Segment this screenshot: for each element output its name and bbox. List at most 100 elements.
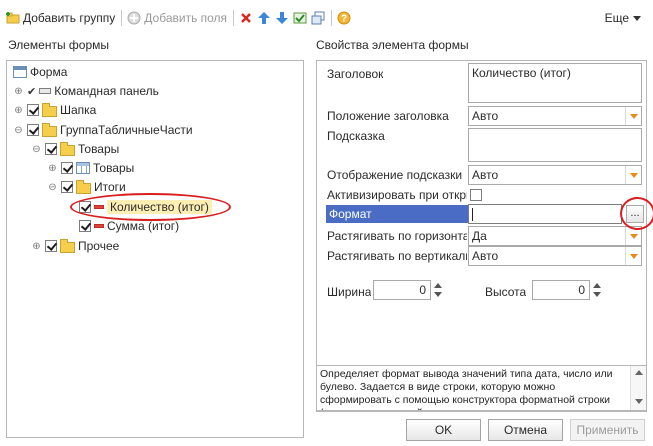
command-panel-icon — [39, 88, 52, 94]
apply-button[interactable]: Применить — [570, 419, 645, 441]
toolbar: Добавить группу Добавить поля ? — [6, 8, 355, 28]
tree-item-label: Командная панель — [54, 84, 159, 98]
visibility-checkbox[interactable] — [45, 240, 57, 252]
visibility-checkbox[interactable] — [61, 181, 73, 193]
stretch-horizontal-value: Да — [472, 229, 487, 243]
tree-item-label: Итоги — [94, 180, 126, 194]
collapse-icon[interactable]: ⊖ — [31, 144, 42, 155]
visibility-checkbox[interactable] — [45, 143, 57, 155]
table-icon — [76, 162, 90, 174]
dropdown-arrow-icon[interactable] — [625, 247, 641, 265]
height-field[interactable]: 0 — [532, 280, 590, 300]
title-label: Заголовок — [327, 67, 384, 81]
expand-icon[interactable]: ⊕ — [13, 105, 24, 116]
height-spin-icon[interactable] — [593, 280, 601, 300]
element-properties-title: Свойства элемента формы — [316, 38, 469, 52]
visibility-checkbox[interactable] — [27, 104, 39, 116]
form-elements-tree[interactable]: Форма ⊕ ✔ Командная панель ⊕ Шапка ⊖ Гру… — [6, 60, 304, 438]
dropdown-arrow-icon[interactable] — [625, 107, 641, 125]
title-field[interactable]: Количество (итог) — [468, 63, 642, 103]
collapse-icon[interactable]: ⊖ — [13, 125, 24, 136]
folder-icon — [60, 238, 75, 253]
ok-button[interactable]: OK — [406, 419, 481, 441]
add-fields-label: Добавить поля — [144, 11, 228, 25]
tree-item-label: ГруппаТабличныеЧасти — [60, 123, 193, 137]
stretch-vertical-label: Растягивать по вертикали — [327, 249, 467, 263]
add-group-icon — [6, 11, 20, 25]
check-icon: ✔ — [27, 84, 37, 98]
tree-item-form[interactable]: Форма — [13, 63, 67, 81]
form-icon — [13, 66, 27, 78]
scroll-down-icon[interactable] — [635, 399, 643, 404]
annotation-ellipse — [620, 197, 653, 230]
width-label: Ширина — [327, 285, 372, 299]
expand-icon[interactable]: ⊕ — [13, 86, 24, 97]
activate-on-open-checkbox[interactable] — [470, 189, 482, 201]
cancel-button[interactable]: Отмена — [488, 419, 563, 441]
hint-label: Подсказка — [327, 129, 385, 143]
windows-button[interactable] — [311, 9, 325, 27]
windows-icon — [311, 11, 325, 25]
help-button[interactable]: ? — [337, 9, 351, 27]
tree-item-goods-table[interactable]: ⊕ Товары — [47, 159, 134, 177]
property-description: Определяет формат вывода значений типа д… — [316, 365, 647, 411]
hint-display-value: Авто — [472, 168, 499, 182]
tree-item-command-panel[interactable]: ⊕ ✔ Командная панель — [13, 82, 159, 100]
width-spin-icon[interactable] — [434, 280, 442, 300]
expand-icon[interactable]: ⊕ — [31, 241, 42, 252]
move-up-button[interactable] — [257, 9, 271, 27]
activate-on-open-label: Активизировать при откры — [327, 188, 467, 202]
delete-button[interactable] — [239, 9, 253, 27]
add-group-button[interactable]: Добавить группу — [6, 9, 115, 27]
format-field[interactable] — [468, 204, 622, 224]
toolbar-separator — [233, 10, 235, 26]
visibility-checkbox[interactable] — [27, 124, 39, 136]
collapse-icon[interactable]: ⊖ — [47, 182, 58, 193]
tree-item-label: Товары — [93, 161, 135, 175]
folder-icon — [42, 122, 57, 137]
form-elements-title: Элементы формы — [8, 38, 110, 52]
tree-item-totals[interactable]: ⊖ Итоги — [47, 178, 126, 196]
checklist-icon — [293, 11, 307, 25]
hint-display-select[interactable]: Авто — [468, 165, 642, 185]
stretch-vertical-value: Авто — [472, 249, 499, 263]
visibility-checkbox[interactable] — [79, 220, 91, 232]
svg-text:?: ? — [341, 14, 347, 25]
width-field[interactable]: 0 — [373, 280, 431, 300]
stretch-horizontal-label: Растягивать по горизонтал — [327, 229, 467, 243]
title-position-value: Авто — [472, 109, 499, 123]
tree-item-other[interactable]: ⊕ Прочее — [31, 237, 119, 255]
format-label: Формат — [326, 205, 469, 223]
expand-icon[interactable]: ⊕ — [47, 163, 58, 174]
hint-field[interactable] — [468, 128, 642, 162]
add-fields-button[interactable]: Добавить поля — [127, 9, 227, 27]
stretch-horizontal-select[interactable]: Да — [468, 226, 642, 246]
annotation-ellipse — [70, 193, 231, 221]
folder-icon — [76, 179, 91, 194]
toolbar-separator — [121, 10, 123, 26]
text-cursor — [472, 208, 473, 222]
move-down-button[interactable] — [275, 9, 289, 27]
hint-display-label: Отображение подсказки — [327, 168, 463, 182]
tree-item-header[interactable]: ⊕ Шапка — [13, 101, 96, 119]
tree-item-label: Шапка — [60, 103, 97, 117]
visibility-checkbox[interactable] — [61, 162, 73, 174]
tree-item-label: Товары — [78, 142, 120, 156]
check-list-button[interactable] — [293, 9, 307, 27]
form-editor-window: Добавить группу Добавить поля ? Еще Элем… — [0, 0, 653, 446]
description-scrollbar[interactable] — [630, 366, 646, 410]
more-menu-button[interactable]: Еще — [605, 11, 641, 25]
tree-item-tabular-group[interactable]: ⊖ ГруппаТабличныеЧасти — [13, 121, 193, 139]
folder-icon — [60, 141, 75, 156]
stretch-vertical-select[interactable]: Авто — [468, 246, 642, 266]
description-text: Определяет формат вывода значений типа д… — [320, 368, 613, 410]
tree-item-goods-page[interactable]: ⊖ Товары — [31, 140, 119, 158]
title-position-select[interactable]: Авто — [468, 106, 642, 126]
scroll-up-icon[interactable] — [635, 370, 643, 375]
dropdown-arrow-icon[interactable] — [625, 166, 641, 184]
more-label: Еще — [604, 11, 629, 25]
chevron-down-icon — [633, 15, 641, 21]
add-fields-icon — [127, 11, 141, 25]
delete-icon — [239, 11, 253, 25]
arrow-down-icon — [275, 11, 289, 25]
